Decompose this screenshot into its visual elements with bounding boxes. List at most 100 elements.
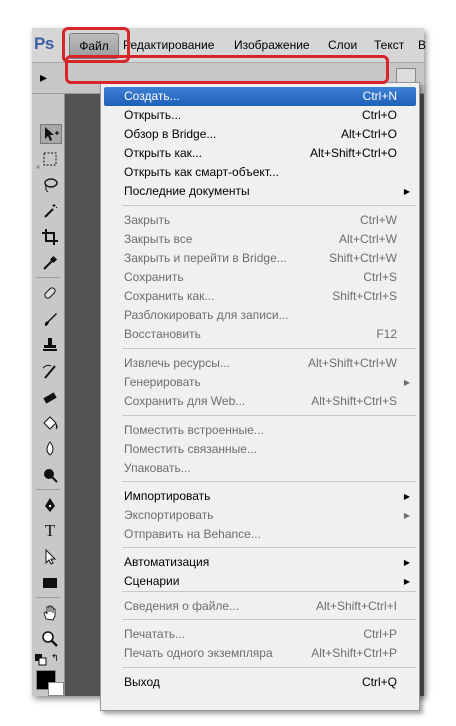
menu-item-package[interactable]: Упаковать... (104, 459, 416, 478)
menu-item-label: Экспортировать (124, 508, 214, 522)
menu-item-shortcut: F12 (376, 327, 397, 341)
path-select-tool-icon[interactable] (40, 548, 60, 566)
menu-type[interactable]: Текст (374, 38, 404, 52)
clone-stamp-tool-icon[interactable] (40, 336, 60, 354)
file-menu-dropdown: Создать... Ctrl+N Открыть... Ctrl+O Обзор в … (100, 82, 420, 711)
menu-item-print[interactable]: Печатать... Ctrl+P (104, 625, 416, 644)
menu-separator (122, 205, 416, 206)
menu-item-export[interactable]: Экспортировать ▶ (104, 506, 416, 525)
menu-item-label: Закрыть и перейти в Bridge... (124, 251, 287, 265)
menu-item-shortcut: Ctrl+P (363, 627, 397, 641)
dodge-tool-icon[interactable] (40, 466, 60, 484)
menu-item-shortcut: Alt+Shift+Ctrl+P (311, 646, 397, 660)
tools-panel: » T ↰ (32, 94, 65, 696)
background-color-swatch[interactable] (48, 682, 64, 696)
menu-item-label: Отправить на Behance... (124, 527, 261, 541)
menu-item-close-and-go-to-bridge[interactable]: Закрыть и перейти в Bridge... Shift+Ctrl+… (104, 249, 416, 268)
menu-item-label: Печатать... (124, 627, 186, 641)
menu-item-create[interactable]: Создать... Ctrl+N (104, 87, 416, 106)
menu-item-label: Автоматизация (124, 555, 210, 569)
menu-item-open[interactable]: Открыть... Ctrl+O (104, 106, 416, 125)
photoshop-window: Ps Файл Редактирование Изображение Слои … (32, 28, 426, 711)
menu-file[interactable]: Файл (69, 33, 119, 59)
menu-item-shortcut: Alt+Shift+Ctrl+I (315, 599, 397, 613)
menu-item-print-one-copy[interactable]: Печать одного экземпляра Alt+Shift+Ctrl+P (104, 644, 416, 663)
menu-item-exit[interactable]: Выход Ctrl+Q (104, 673, 416, 692)
menu-select[interactable]: В (418, 38, 426, 52)
menu-item-generate[interactable]: Генерировать ▶ (104, 373, 416, 392)
menu-item-shortcut: Ctrl+W (360, 213, 397, 227)
menu-item-open-as[interactable]: Открыть как... Alt+Shift+Ctrl+O (104, 144, 416, 163)
menu-item-shortcut: Alt+Shift+Ctrl+O (309, 146, 397, 160)
menu-item-close[interactable]: Закрыть Ctrl+W (104, 211, 416, 230)
menu-item-label: Закрыть все (124, 232, 193, 246)
menu-item-save[interactable]: Сохранить Ctrl+S (104, 268, 416, 287)
menu-item-shortcut: Shift+Ctrl+S (332, 289, 397, 303)
history-brush-tool-icon[interactable] (40, 362, 60, 380)
menu-item-label: Печать одного экземпляра (124, 646, 273, 660)
menu-item-label: Создать... (124, 89, 180, 103)
menu-item-place-embedded[interactable]: Поместить встроенные... (104, 421, 416, 440)
shape-tool-icon[interactable] (40, 574, 60, 592)
menu-item-unlock-for-writing[interactable]: Разблокировать для записи... (104, 306, 416, 325)
hand-tool-icon[interactable] (40, 604, 60, 622)
menu-item-label: Последние документы (124, 184, 250, 198)
menu-item-file-info[interactable]: Сведения о файле... Alt+Shift+Ctrl+I (104, 597, 416, 616)
rect-marquee-tool-icon[interactable] (40, 150, 60, 168)
menu-item-automate[interactable]: Автоматизация ▶ (104, 553, 416, 572)
magic-wand-tool-icon[interactable] (40, 202, 60, 220)
menu-item-label: Разблокировать для записи... (124, 308, 289, 322)
swap-colors-icon[interactable]: ↰ (49, 652, 61, 664)
menu-bar: Ps Файл Редактирование Изображение Слои … (32, 28, 426, 63)
move-tool-icon[interactable]: ▸ (40, 69, 47, 86)
eraser-tool-icon[interactable] (40, 388, 60, 406)
menu-item-label: Закрыть (124, 213, 171, 227)
blur-tool-icon[interactable] (40, 440, 60, 458)
eyedropper-tool-icon[interactable] (40, 254, 60, 272)
menu-item-label: Сохранить для Web... (124, 394, 246, 408)
menu-separator (122, 547, 416, 548)
menu-item-revert[interactable]: Восстановить F12 (104, 325, 416, 344)
submenu-arrow-icon: ▶ (403, 187, 410, 196)
menu-item-open-as-smart-object[interactable]: Открыть как смарт-объект... (104, 163, 416, 182)
healing-brush-tool-icon[interactable] (40, 284, 60, 302)
menu-item-save-as[interactable]: Сохранить как... Shift+Ctrl+S (104, 287, 416, 306)
menu-item-place-linked[interactable]: Поместить связанные... (104, 440, 416, 459)
menu-item-extract-assets[interactable]: Извлечь ресурсы... Alt+Shift+Ctrl+W (104, 354, 416, 373)
lasso-tool-icon[interactable] (40, 176, 60, 194)
paint-bucket-tool-icon[interactable] (40, 414, 60, 432)
menu-item-label: Открыть как смарт-объект... (124, 165, 279, 179)
default-colors-icon[interactable] (35, 654, 47, 666)
menu-item-label: Сохранить (124, 270, 184, 284)
photoshop-logo: Ps (34, 34, 54, 53)
menu-separator (122, 415, 416, 416)
menu-item-label: Извлечь ресурсы... (124, 356, 230, 370)
menu-item-import[interactable]: Импортировать ▶ (104, 487, 416, 506)
zoom-tool-icon[interactable] (40, 630, 60, 648)
menu-item-shortcut: Ctrl+S (363, 270, 397, 284)
crop-tool-icon[interactable] (40, 228, 60, 246)
menu-item-shortcut: Alt+Ctrl+W (338, 232, 397, 246)
submenu-arrow-icon: ▶ (403, 492, 410, 501)
menu-item-shortcut: Ctrl+N (362, 89, 397, 103)
brush-tool-icon[interactable] (40, 310, 60, 328)
menu-item-label: Поместить встроенные... (124, 423, 264, 437)
menu-layers[interactable]: Слои (328, 38, 357, 52)
menu-item-close-all[interactable]: Закрыть все Alt+Ctrl+W (104, 230, 416, 249)
menu-item-browse-in-bridge[interactable]: Обзор в Bridge... Alt+Ctrl+O (104, 125, 416, 144)
menu-item-label: Импортировать (124, 489, 211, 503)
menu-item-scripts[interactable]: Сценарии ▶ (104, 572, 416, 591)
type-tool-icon[interactable]: T (40, 521, 60, 540)
menu-item-label: Генерировать (124, 375, 201, 389)
pen-tool-icon[interactable] (40, 496, 60, 514)
menu-item-label: Обзор в Bridge... (124, 127, 217, 141)
menu-edit[interactable]: Редактирование (123, 38, 214, 52)
menu-item-shortcut: Alt+Ctrl+O (340, 127, 397, 141)
menu-image[interactable]: Изображение (234, 38, 310, 52)
menu-separator (122, 619, 416, 620)
move-tool-icon[interactable] (40, 124, 62, 144)
menu-item-recent-documents[interactable]: Последние документы ▶ (104, 182, 416, 201)
menu-item-share-on-behance[interactable]: Отправить на Behance... (104, 525, 416, 544)
submenu-arrow-icon: ▶ (403, 577, 410, 586)
menu-item-save-for-web[interactable]: Сохранить для Web... Alt+Shift+Ctrl+S (104, 392, 416, 411)
